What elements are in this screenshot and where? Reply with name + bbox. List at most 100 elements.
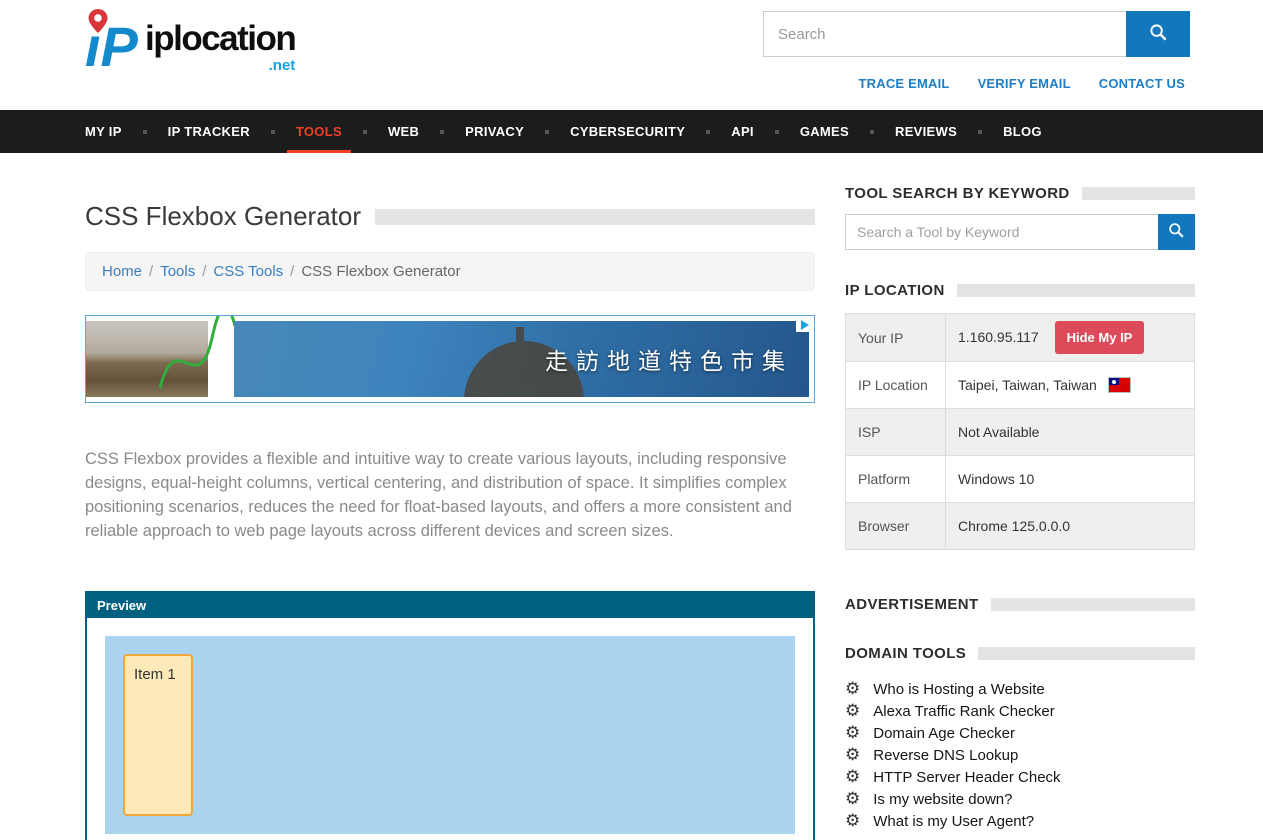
- domain-tools-list: ⚙ Who is Hosting a Website ⚙ Alexa Traff…: [845, 678, 1195, 832]
- domain-tool-website-down[interactable]: ⚙ Is my website down?: [845, 788, 1195, 810]
- preview-panel-header: Preview: [87, 593, 813, 618]
- nav-item-privacy[interactable]: PRIVACY: [442, 110, 547, 153]
- main-nav: MY IP IP TRACKER TOOLS WEB PRIVACY CYBER…: [0, 110, 1263, 153]
- domain-tool-label: Alexa Traffic Rank Checker: [873, 703, 1054, 720]
- domain-tool-label: Reverse DNS Lookup: [873, 747, 1018, 764]
- nav-item-ip-tracker[interactable]: IP TRACKER: [145, 110, 273, 153]
- header-search-input[interactable]: [763, 11, 1126, 57]
- taiwan-flag-icon: [1109, 378, 1130, 392]
- page-title: CSS Flexbox Generator: [85, 201, 361, 232]
- heading-decor-bar: [978, 647, 1195, 660]
- breadcrumb-current: CSS Flexbox Generator: [301, 263, 460, 280]
- trace-email-link[interactable]: TRACE EMAIL: [859, 76, 950, 91]
- breadcrumb-separator: /: [202, 263, 206, 280]
- domain-tool-label: HTTP Server Header Check: [873, 769, 1060, 786]
- header-search: [763, 11, 1190, 57]
- sidebar: TOOL SEARCH BY KEYWORD IP LOCATION: [845, 185, 1195, 840]
- flexbox-preview-item[interactable]: Item 1: [123, 654, 193, 816]
- breadcrumb-tools[interactable]: Tools: [160, 263, 195, 280]
- gear-icon: ⚙: [845, 769, 860, 786]
- breadcrumb-home[interactable]: Home: [102, 263, 142, 280]
- title-decor-bar: [375, 209, 815, 225]
- nav-item-api[interactable]: API: [708, 110, 777, 153]
- table-row-platform: Platform Windows 10: [846, 456, 1195, 503]
- main-column: CSS Flexbox Generator Home / Tools / CSS Too…: [85, 185, 815, 840]
- contact-us-link[interactable]: CONTACT US: [1099, 76, 1185, 91]
- heading-decor-bar: [1082, 187, 1195, 200]
- ad-squiggle-decoration: [154, 316, 244, 404]
- tool-search-heading: TOOL SEARCH BY KEYWORD: [845, 185, 1070, 202]
- your-ip-value: 1.160.95.117: [958, 329, 1039, 345]
- gear-icon: ⚙: [845, 703, 860, 720]
- domain-tool-alexa-rank[interactable]: ⚙ Alexa Traffic Rank Checker: [845, 700, 1195, 722]
- domain-tool-label: What is my User Agent?: [873, 813, 1034, 830]
- search-icon: [1149, 23, 1168, 45]
- domain-tool-http-header[interactable]: ⚙ HTTP Server Header Check: [845, 766, 1195, 788]
- ip-location-label: IP Location: [846, 362, 946, 409]
- heading-decor-bar: [991, 598, 1195, 611]
- gear-icon: ⚙: [845, 681, 860, 698]
- logo-ip-pin-icon: ıP: [85, 8, 143, 79]
- ad-banner[interactable]: 走訪地道特色市集: [85, 315, 815, 403]
- header-links: TRACE EMAIL VERIFY EMAIL CONTACT US: [859, 76, 1185, 91]
- hide-my-ip-button[interactable]: Hide My IP: [1055, 321, 1145, 354]
- isp-value: Not Available: [946, 409, 1195, 456]
- nav-item-blog[interactable]: BLOG: [980, 110, 1065, 153]
- tool-search-input[interactable]: [845, 214, 1158, 250]
- logo-text: iplocation: [145, 19, 295, 58]
- logo-net-suffix: .net: [269, 57, 296, 74]
- preview-panel: Preview Item 1: [85, 591, 815, 840]
- gear-icon: ⚙: [845, 747, 860, 764]
- advertisement-heading: ADVERTISEMENT: [845, 596, 979, 613]
- breadcrumb-separator: /: [290, 263, 294, 280]
- isp-label: ISP: [846, 409, 946, 456]
- heading-decor-bar: [957, 284, 1195, 297]
- domain-tool-user-agent[interactable]: ⚙ What is my User Agent?: [845, 810, 1195, 832]
- domain-tool-label: Who is Hosting a Website: [873, 681, 1044, 698]
- nav-item-web[interactable]: WEB: [365, 110, 442, 153]
- ip-info-table: Your IP 1.160.95.117 Hide My IP IP Locat…: [845, 313, 1195, 550]
- table-row-isp: ISP Not Available: [846, 409, 1195, 456]
- ad-headline: 走訪地道特色市集: [545, 342, 793, 376]
- domain-tool-reverse-dns[interactable]: ⚙ Reverse DNS Lookup: [845, 744, 1195, 766]
- breadcrumb-separator: /: [149, 263, 153, 280]
- nav-item-reviews[interactable]: REVIEWS: [872, 110, 980, 153]
- nav-item-cybersecurity[interactable]: CYBERSECURITY: [547, 110, 708, 153]
- platform-value: Windows 10: [946, 456, 1195, 503]
- tool-search: [845, 214, 1195, 250]
- preview-panel-body: Item 1: [87, 618, 813, 840]
- header-search-button[interactable]: [1126, 11, 1190, 57]
- breadcrumb: Home / Tools / CSS Tools / CSS Flexbox Generat…: [85, 252, 815, 291]
- table-row-your-ip: Your IP 1.160.95.117 Hide My IP: [846, 314, 1195, 362]
- domain-tool-hosting[interactable]: ⚙ Who is Hosting a Website: [845, 678, 1195, 700]
- search-icon: [1168, 222, 1185, 242]
- ip-location-heading: IP LOCATION: [845, 282, 945, 299]
- tool-description: CSS Flexbox provides a flexible and intu…: [85, 447, 815, 543]
- ad-image: 走訪地道特色市集: [234, 321, 809, 397]
- domain-tool-label: Is my website down?: [873, 791, 1012, 808]
- browser-label: Browser: [846, 503, 946, 550]
- domain-tool-domain-age[interactable]: ⚙ Domain Age Checker: [845, 722, 1195, 744]
- gear-icon: ⚙: [845, 725, 860, 742]
- verify-email-link[interactable]: VERIFY EMAIL: [978, 76, 1071, 91]
- flexbox-preview-container: Item 1: [105, 636, 795, 834]
- top-header: ıP iplocation .net TRACE EMAIL VERIFY EM…: [0, 0, 1263, 110]
- tool-search-button[interactable]: [1158, 214, 1195, 250]
- nav-item-games[interactable]: GAMES: [777, 110, 872, 153]
- gear-icon: ⚙: [845, 813, 860, 830]
- ad-choices-icon[interactable]: [796, 317, 813, 332]
- nav-item-my-ip[interactable]: MY IP: [85, 110, 145, 153]
- browser-value: Chrome 125.0.0.0: [946, 503, 1195, 550]
- domain-tool-label: Domain Age Checker: [873, 725, 1015, 742]
- content-area: CSS Flexbox Generator Home / Tools / CSS Too…: [0, 153, 1263, 840]
- site-logo[interactable]: ıP iplocation .net: [85, 8, 295, 79]
- platform-label: Platform: [846, 456, 946, 503]
- breadcrumb-css-tools[interactable]: CSS Tools: [213, 263, 283, 280]
- your-ip-label: Your IP: [846, 314, 946, 362]
- domain-tools-heading: DOMAIN TOOLS: [845, 645, 966, 662]
- gear-icon: ⚙: [845, 791, 860, 808]
- nav-item-tools[interactable]: TOOLS: [273, 110, 365, 153]
- table-row-ip-location: IP Location Taipei, Taiwan, Taiwan: [846, 362, 1195, 409]
- ip-location-value: Taipei, Taiwan, Taiwan: [958, 377, 1097, 393]
- table-row-browser: Browser Chrome 125.0.0.0: [846, 503, 1195, 550]
